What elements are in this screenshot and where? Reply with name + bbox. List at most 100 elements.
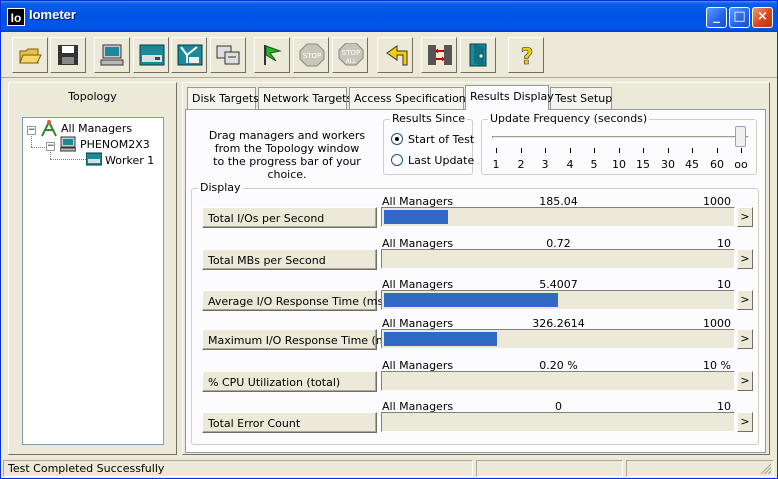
metric-select-arrow-button[interactable]: > <box>737 207 753 227</box>
slider-tick <box>717 148 718 153</box>
new-manager-icon <box>100 44 124 66</box>
metric-button[interactable]: Total Error Count <box>202 412 377 433</box>
disconnect-managers-icon <box>428 45 452 65</box>
metric-select-arrow-button[interactable]: > <box>737 371 753 391</box>
metric-select-arrow-button[interactable]: > <box>737 329 753 349</box>
duplicate-worker-icon <box>216 45 240 65</box>
metric-progress-bar[interactable] <box>381 371 735 391</box>
tab-test-setup[interactable]: Test Setup <box>550 87 612 109</box>
radio-last-update-label[interactable]: Last Update <box>408 154 474 167</box>
radio-start-of-test-label[interactable]: Start of Test <box>408 133 474 146</box>
new-disk-worker-icon <box>139 44 165 66</box>
update-frequency-track[interactable] <box>492 136 749 139</box>
stop-button[interactable]: STOP <box>293 37 329 73</box>
expand-toggle-manager[interactable]: − <box>46 142 55 151</box>
worker-disk-icon <box>86 152 102 166</box>
open-button[interactable] <box>12 37 48 73</box>
metric-button[interactable]: Total I/Os per Second <box>202 207 377 228</box>
drag-line-2: from the Topology window <box>214 142 360 155</box>
radio-start-of-test[interactable] <box>391 133 403 145</box>
duplicate-worker-button[interactable] <box>210 37 246 73</box>
slider-tick <box>521 148 522 153</box>
iometer-window: Io Iometer _ □ × STOP STOP ALL ? Topolog… <box>0 0 778 479</box>
help-icon-text: ? <box>521 45 534 67</box>
exit-button[interactable] <box>460 37 496 73</box>
status-pane-2 <box>476 460 623 477</box>
metric-select-arrow-button[interactable]: > <box>737 412 753 432</box>
help-icon: ? <box>520 45 534 67</box>
new-network-worker-button[interactable] <box>171 37 207 73</box>
minimize-button[interactable]: _ <box>706 7 727 28</box>
metric-progress-bar[interactable] <box>381 412 735 432</box>
metric-select-arrow-button[interactable]: > <box>737 290 753 310</box>
exit-icon <box>469 43 487 67</box>
stop-all-icon-text2: ALL <box>346 58 357 65</box>
start-button[interactable] <box>254 37 290 73</box>
metric-button[interactable]: Maximum I/O Response Time (ms) <box>202 329 397 350</box>
results-since-title: Results Since <box>390 112 468 125</box>
metric-progress-fill <box>384 332 497 346</box>
metric-button[interactable]: % CPU Utilization (total) <box>202 371 377 392</box>
stop-icon: STOP <box>299 43 325 67</box>
slider-tick <box>668 148 669 153</box>
metric-progress-bar[interactable] <box>381 329 735 349</box>
metric-button[interactable]: Total MBs per Second <box>202 249 377 270</box>
maximize-button[interactable]: □ <box>729 7 750 28</box>
close-button[interactable]: × <box>752 7 773 28</box>
stop-all-icon: STOPALL <box>338 43 364 66</box>
tab-disk-targets[interactable]: Disk Targets <box>187 87 259 109</box>
reset-workers-icon <box>386 45 408 66</box>
stop-all-button[interactable]: STOP ALL <box>332 37 368 73</box>
metric-progress-bar[interactable] <box>381 290 735 310</box>
new-network-worker-icon <box>177 44 203 66</box>
resize-grip[interactable] <box>759 462 771 474</box>
drag-instructions: Drag managers and workers from the Topol… <box>207 129 367 181</box>
radio-last-update[interactable] <box>391 154 403 166</box>
open-icon <box>19 48 42 64</box>
tree-item-manager[interactable]: PHENOM2X3 <box>80 138 150 151</box>
tab-access-specifications[interactable]: Access Specifications <box>349 87 472 109</box>
tree-line <box>50 159 86 160</box>
help-button[interactable]: ? <box>508 37 544 73</box>
new-manager-button[interactable] <box>94 37 130 73</box>
slider-tick <box>570 148 571 153</box>
save-button[interactable] <box>50 37 86 73</box>
start-flag-icon <box>264 45 282 65</box>
disconnect-managers-button[interactable] <box>421 37 457 73</box>
slider-tick-label: oo <box>734 158 748 171</box>
toolbar: STOP STOP ALL ? <box>1 32 777 78</box>
manager-computer-icon <box>60 136 76 152</box>
reset-workers-button[interactable] <box>377 37 413 73</box>
title-bar[interactable]: Io Iometer _ □ × <box>1 1 777 32</box>
tab-network-targets[interactable]: Network Targets <box>258 87 352 109</box>
slider-tick <box>545 148 546 153</box>
topology-panel: Topology − All Managers − PHENOM2X3 Work… <box>8 82 177 455</box>
slider-tick <box>496 148 497 153</box>
tree-item-worker[interactable]: Worker 1 <box>105 154 154 167</box>
slider-tick <box>741 148 742 153</box>
metric-progress-bar[interactable] <box>381 207 735 227</box>
drag-line-1: Drag managers and workers <box>208 129 366 142</box>
expand-toggle-all-managers[interactable]: − <box>27 126 36 135</box>
stop-icon-text: STOP <box>303 52 321 60</box>
metric-button[interactable]: Average I/O Response Time (ms) <box>202 290 388 311</box>
slider-tick <box>594 148 595 153</box>
stop-all-icon-text: STOP <box>342 49 360 57</box>
status-message: Test Completed Successfully <box>3 460 473 477</box>
status-pane-3 <box>626 460 774 477</box>
tab-results-display[interactable]: Results Display <box>465 85 554 110</box>
metric-select-arrow-button[interactable]: > <box>737 249 753 269</box>
update-frequency-title: Update Frequency (seconds) <box>488 112 650 125</box>
all-managers-icon <box>41 120 57 137</box>
topology-tree[interactable]: − All Managers − PHENOM2X3 Worker 1 <box>22 117 164 445</box>
app-icon: Io <box>7 8 25 26</box>
new-disk-worker-button[interactable] <box>133 37 169 73</box>
window-title: Iometer <box>29 7 76 22</box>
tree-item-all-managers[interactable]: All Managers <box>61 122 132 135</box>
slider-tick <box>692 148 693 153</box>
status-bar: Test Completed Successfully <box>1 459 777 478</box>
update-frequency-thumb[interactable] <box>735 126 746 147</box>
slider-tick <box>643 148 644 153</box>
metric-progress-bar[interactable] <box>381 249 735 269</box>
topology-title: Topology <box>68 90 117 103</box>
